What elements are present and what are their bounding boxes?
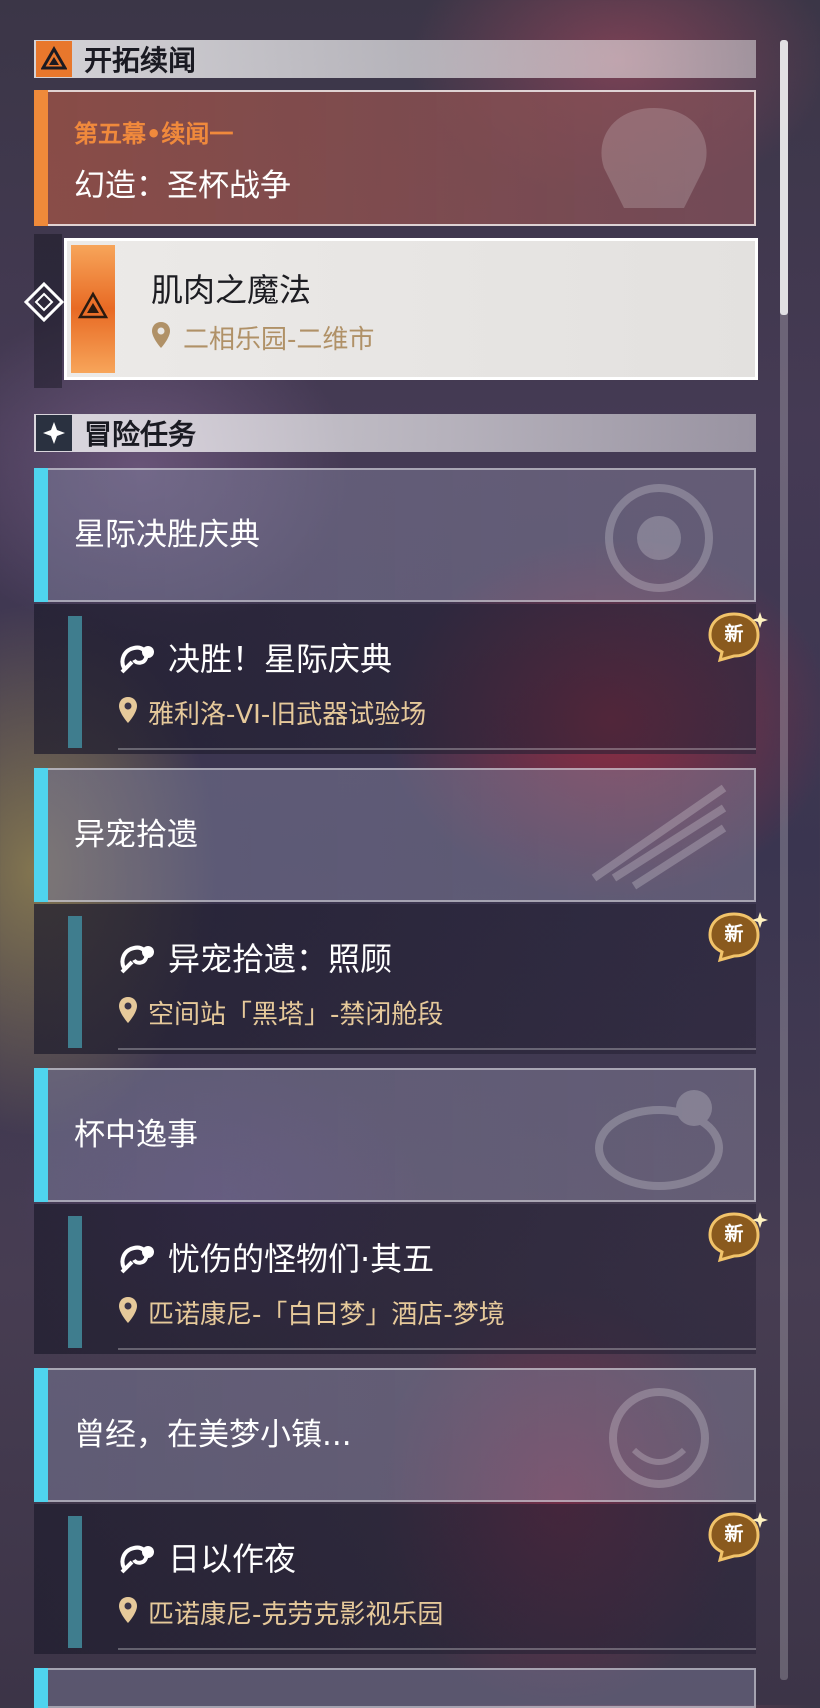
quest-title: 肌肉之魔法	[151, 271, 312, 309]
quest-title: 忧伤的怪物们·其五	[168, 1240, 435, 1278]
quest-item-1[interactable]: 异宠拾遗：照顾 空间站「黑塔」-禁闭舱段 新	[34, 904, 768, 1054]
mission-chapter: 第五幕•续闻一	[74, 120, 234, 148]
quest-title: 异宠拾遗：照顾	[168, 940, 393, 978]
new-label: 新	[724, 1223, 744, 1245]
category-card-1[interactable]: 异宠拾遗	[34, 768, 756, 902]
quest-bar	[68, 1216, 82, 1348]
adventure-quest-icon	[120, 1545, 154, 1574]
new-badge: 新	[706, 1510, 768, 1564]
quest-type-badge	[71, 245, 115, 373]
quest-location: 二相乐园-二维市	[183, 325, 375, 355]
new-badge: 新	[706, 1210, 768, 1264]
adventure-quest-icon	[120, 945, 154, 974]
category-card-2[interactable]: 杯中逸事	[34, 1068, 756, 1202]
trailblaze-quest-item[interactable]: 肌肉之魔法 二相乐园-二维市	[64, 238, 758, 380]
new-label: 新	[724, 623, 744, 645]
quest-location: 匹诺康尼-克劳克影视乐园	[148, 1600, 444, 1630]
selected-indicator-icon	[23, 281, 65, 323]
quest-item-2[interactable]: 忧伤的怪物们·其五 匹诺康尼-「白日梦」酒店-梦境 新	[34, 1204, 768, 1354]
trailblaze-quest-icon	[77, 291, 109, 319]
quest-item-0[interactable]: 决胜！星际庆典 雅利洛-VI-旧武器试验场 新	[34, 604, 768, 754]
category-title: 曾经，在美梦小镇...	[74, 1417, 352, 1453]
location-pin-icon	[119, 1297, 137, 1323]
new-badge: 新	[706, 610, 768, 664]
location-pin-icon	[119, 697, 137, 723]
quest-bar	[68, 1516, 82, 1648]
scrollbar-thumb[interactable]	[780, 40, 788, 315]
new-badge: 新	[706, 910, 768, 964]
quest-location: 匹诺康尼-「白日梦」酒店-梦境	[148, 1300, 505, 1330]
emblem-decoration-icon	[605, 484, 713, 592]
section-title: 冒险任务	[84, 418, 197, 451]
trailblaze-mission-card[interactable]: 第五幕•续闻一 幻造：圣杯战争	[34, 90, 756, 226]
location-pin-icon	[152, 322, 170, 348]
emblem-decoration-icon	[601, 108, 707, 208]
section-header-adventure: 冒险任务	[34, 414, 756, 452]
trailblaze-icon	[36, 41, 72, 77]
location-pin-icon	[119, 1597, 137, 1623]
emblem-decoration-icon	[595, 1090, 723, 1190]
category-title: 星际决胜庆典	[74, 517, 260, 553]
quest-bar	[68, 916, 82, 1048]
adventure-quest-icon	[120, 645, 154, 674]
accent-bar	[34, 1668, 48, 1708]
accent-bar	[34, 468, 48, 602]
category-title: 杯中逸事	[74, 1117, 198, 1153]
section-header-trailblaze: 开拓续闻	[34, 40, 756, 78]
section-title: 开拓续闻	[84, 44, 197, 77]
category-title: 异宠拾遗	[74, 817, 198, 853]
mission-title: 幻造：圣杯战争	[74, 168, 291, 204]
accent-bar	[34, 1068, 48, 1202]
adventure-quest-icon	[120, 1245, 154, 1274]
category-card-partial[interactable]	[34, 1668, 756, 1708]
divider	[118, 1348, 756, 1350]
location-pin-icon	[119, 997, 137, 1023]
quest-title: 决胜！星际庆典	[168, 640, 393, 678]
quest-location: 空间站「黑塔」-禁闭舱段	[148, 1000, 444, 1030]
emblem-decoration-icon	[609, 1388, 709, 1488]
divider	[118, 1648, 756, 1650]
new-label: 新	[724, 1523, 744, 1545]
divider	[118, 748, 756, 750]
accent-bar	[34, 768, 48, 902]
category-card-0[interactable]: 星际决胜庆典	[34, 468, 756, 602]
emblem-decoration-icon	[591, 784, 727, 890]
quest-location: 雅利洛-VI-旧武器试验场	[148, 700, 427, 730]
quest-item-3[interactable]: 日以作夜 匹诺康尼-克劳克影视乐园 新	[34, 1504, 768, 1654]
divider	[118, 1048, 756, 1050]
new-label: 新	[724, 923, 744, 945]
quest-title: 日以作夜	[168, 1540, 297, 1578]
accent-bar	[34, 1368, 48, 1502]
accent-bar	[34, 90, 48, 226]
adventure-icon	[36, 415, 72, 451]
quest-bar	[68, 616, 82, 748]
category-card-3[interactable]: 曾经，在美梦小镇...	[34, 1368, 756, 1502]
